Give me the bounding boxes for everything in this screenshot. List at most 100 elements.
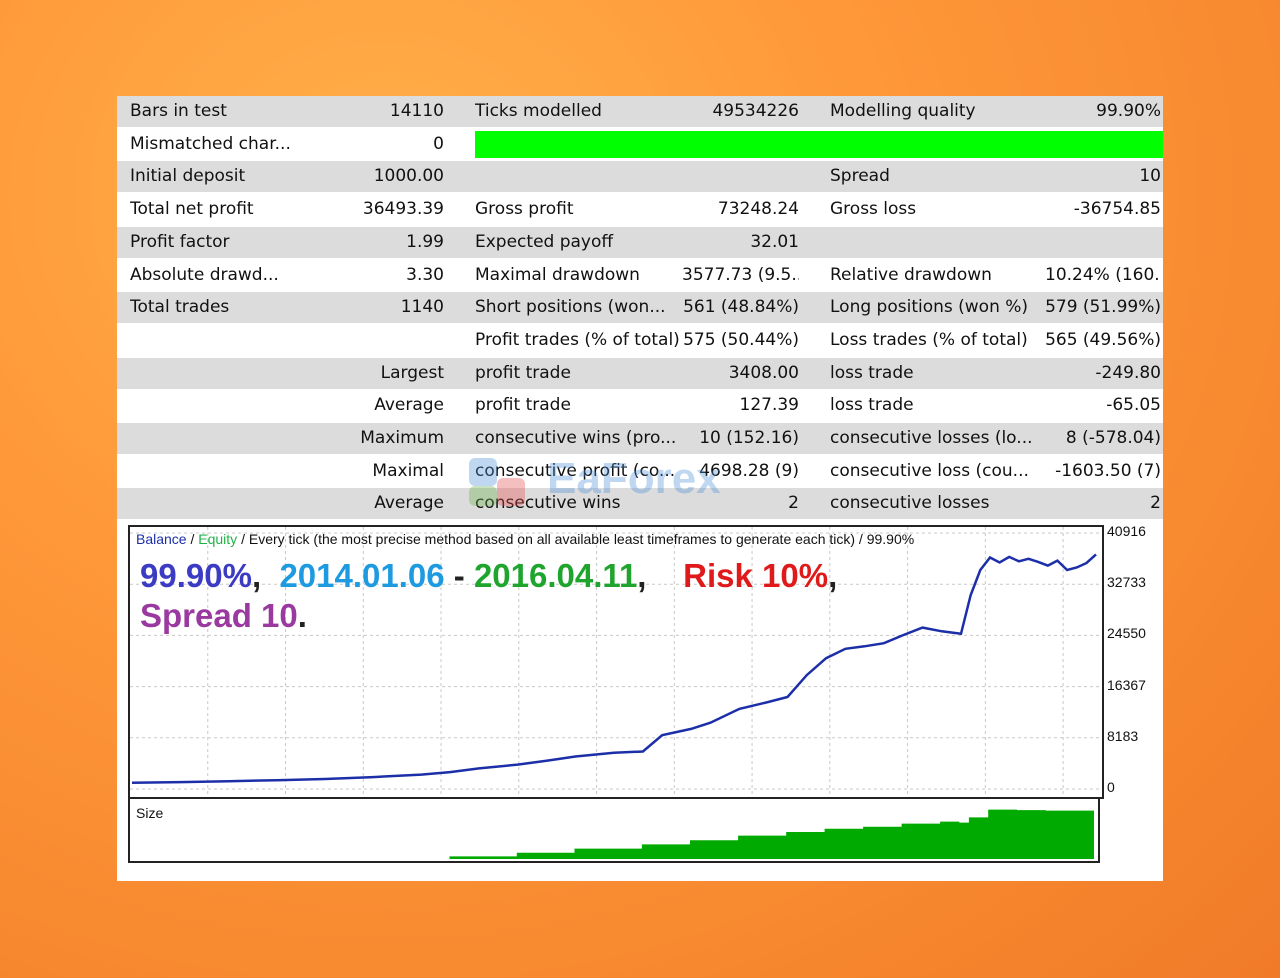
headline-from-date: 2014.01.06 — [279, 557, 445, 594]
metric-label: Total trades — [130, 297, 230, 318]
report-row: Largest profit trade 3408.00 loss trade -249… — [117, 357, 1163, 389]
report-row: Initial deposit 1000.00 Spread 10 — [117, 161, 1163, 193]
metric-label: consecutive losses — [830, 493, 990, 514]
metric-label — [130, 325, 345, 356]
metric-value: -36754.85 — [1073, 199, 1161, 220]
headline-dash: - — [444, 557, 474, 594]
metric-label — [475, 161, 685, 192]
metric-label: profit trade — [475, 395, 571, 416]
report-row: Profit factor 1.99 Expected payoff 32.01 — [117, 226, 1163, 258]
metric-label: Total net profit — [130, 199, 254, 220]
size-series-area — [132, 809, 1094, 859]
metric-value — [682, 161, 799, 192]
report-row: Average profit trade 127.39 loss trade -65.0… — [117, 390, 1163, 422]
metric-value: -1603.50 (7) — [1055, 460, 1161, 481]
metric-label: Expected payoff — [475, 231, 614, 252]
metric-value: 10 — [1139, 166, 1161, 187]
metric-label: Maximal drawdown — [475, 264, 640, 285]
metric-label: Ticks modelled — [475, 101, 602, 121]
y-tick-label: 40916 — [1107, 523, 1146, 539]
row-group-label: Largest — [380, 362, 444, 383]
metric-value: 3.30 — [406, 264, 444, 285]
headline-comma: , — [251, 557, 262, 594]
metric-value — [1045, 227, 1161, 258]
watermark-text: EaForex — [547, 454, 721, 503]
watermark-logo-icon — [469, 458, 525, 506]
headline-period: . — [297, 597, 307, 634]
legend-balance: Balance — [136, 531, 187, 547]
headline-line-1: 99.90%, 2014.01.06 - 2016.04.11, Risk 10… — [140, 557, 837, 595]
size-chart: Size — [128, 797, 1100, 863]
metric-value: 8 (-578.04) — [1065, 428, 1161, 448]
metric-value: 99.90% — [1096, 101, 1161, 121]
balance-chart: Balance / Equity / Every tick (the most … — [128, 525, 1104, 799]
metric-label: Mismatched char... — [130, 133, 291, 154]
row-group-label: Average — [374, 493, 444, 514]
metric-value: 579 (51.99%) — [1045, 297, 1161, 318]
metric-value: 0 — [433, 133, 444, 154]
size-label: Size — [136, 805, 164, 821]
metric-value: 3577.73 (9.5... — [682, 264, 799, 285]
legend-equity: Equity — [198, 531, 238, 547]
row-group-label: Average — [374, 395, 444, 416]
report-row: Bars in test 14110 Ticks modelled 49534226 M… — [117, 96, 1163, 127]
report-row: Total net profit 36493.39 Gross profit 7324… — [117, 194, 1163, 226]
y-axis-ticks: 40916 32733 24550 16367 8183 0 — [1105, 516, 1163, 806]
metric-label: Gross loss — [830, 199, 917, 220]
watermark-logo: EaForex — [457, 448, 827, 518]
metric-value: 14110 — [389, 101, 444, 121]
metric-label: profit trade — [475, 362, 571, 383]
headline-risk: Risk 10% — [683, 557, 829, 594]
headline-to-date: 2016.04.11 — [473, 557, 638, 594]
y-tick-label: 0 — [1107, 779, 1115, 795]
chart-legend: Balance / Equity / Every tick (the most … — [136, 531, 914, 547]
metric-value: 36493.39 — [362, 199, 444, 220]
metric-value: 3408.00 — [728, 362, 799, 383]
metric-label: Modelling quality — [830, 101, 976, 121]
headline-comma: , — [828, 557, 838, 594]
backtest-report-panel: Bars in test 14110 Ticks modelled 49534226 M… — [117, 96, 1163, 881]
metric-value: 1.99 — [406, 231, 444, 252]
y-tick-label: 24550 — [1107, 625, 1146, 642]
row-group-label: Maximal — [372, 460, 444, 481]
headline-line-2: Spread 10. — [140, 597, 307, 635]
metric-label: loss trade — [830, 395, 914, 416]
modelling-quality-bar — [475, 130, 1163, 158]
y-tick-label: 8183 — [1107, 727, 1139, 744]
metric-value: -65.05 — [1106, 395, 1161, 416]
metric-label: Absolute drawd... — [130, 264, 279, 285]
report-row: Profit trades (% of total) 575 (50.44%) Lo… — [117, 324, 1163, 356]
metric-label: Short positions (won... — [475, 297, 666, 318]
metric-value: 565 (49.56%) — [1045, 329, 1161, 350]
metric-value: 10.24% (160.... — [1045, 264, 1161, 285]
headline-spread: Spread 10 — [140, 597, 298, 634]
metric-value: 561 (48.84%) — [683, 297, 799, 318]
headline-quality: 99.90% — [140, 557, 252, 594]
metric-label: Relative drawdown — [830, 264, 992, 285]
metric-label: Spread — [830, 166, 890, 187]
metric-value: 32.01 — [750, 231, 799, 252]
metric-value: 1140 — [400, 297, 444, 318]
legend-description: / Every tick (the most precise method ba… — [237, 531, 915, 547]
metric-label: Profit factor — [130, 231, 230, 252]
metric-value: -249.80 — [1095, 362, 1161, 383]
metric-value: 49534226 — [712, 101, 799, 121]
metric-value: 73248.24 — [717, 199, 799, 220]
report-row: Mismatched char... 0 — [117, 128, 1163, 160]
metric-label: consecutive losses (lo... — [830, 428, 1033, 448]
headline-comma: , — [637, 557, 647, 594]
metric-label — [830, 227, 1045, 258]
legend-separator: / — [186, 531, 199, 547]
metric-value: 1000.00 — [373, 166, 444, 187]
metric-value: 575 (50.44%) — [683, 329, 799, 350]
metric-label: Loss trades (% of total) — [830, 329, 1028, 350]
metric-label: consecutive loss (cou... — [830, 460, 1029, 481]
metric-label: loss trade — [830, 362, 914, 383]
metric-label: Gross profit — [475, 199, 574, 220]
size-chart-svg — [132, 809, 1094, 859]
metric-label: Long positions (won %) — [830, 297, 1029, 318]
metric-label: Profit trades (% of total) — [475, 329, 680, 350]
y-tick-label: 32733 — [1107, 574, 1146, 591]
metric-label: Initial deposit — [130, 166, 246, 187]
report-row: Total trades 1140 Short positions (won... 5… — [117, 292, 1163, 324]
